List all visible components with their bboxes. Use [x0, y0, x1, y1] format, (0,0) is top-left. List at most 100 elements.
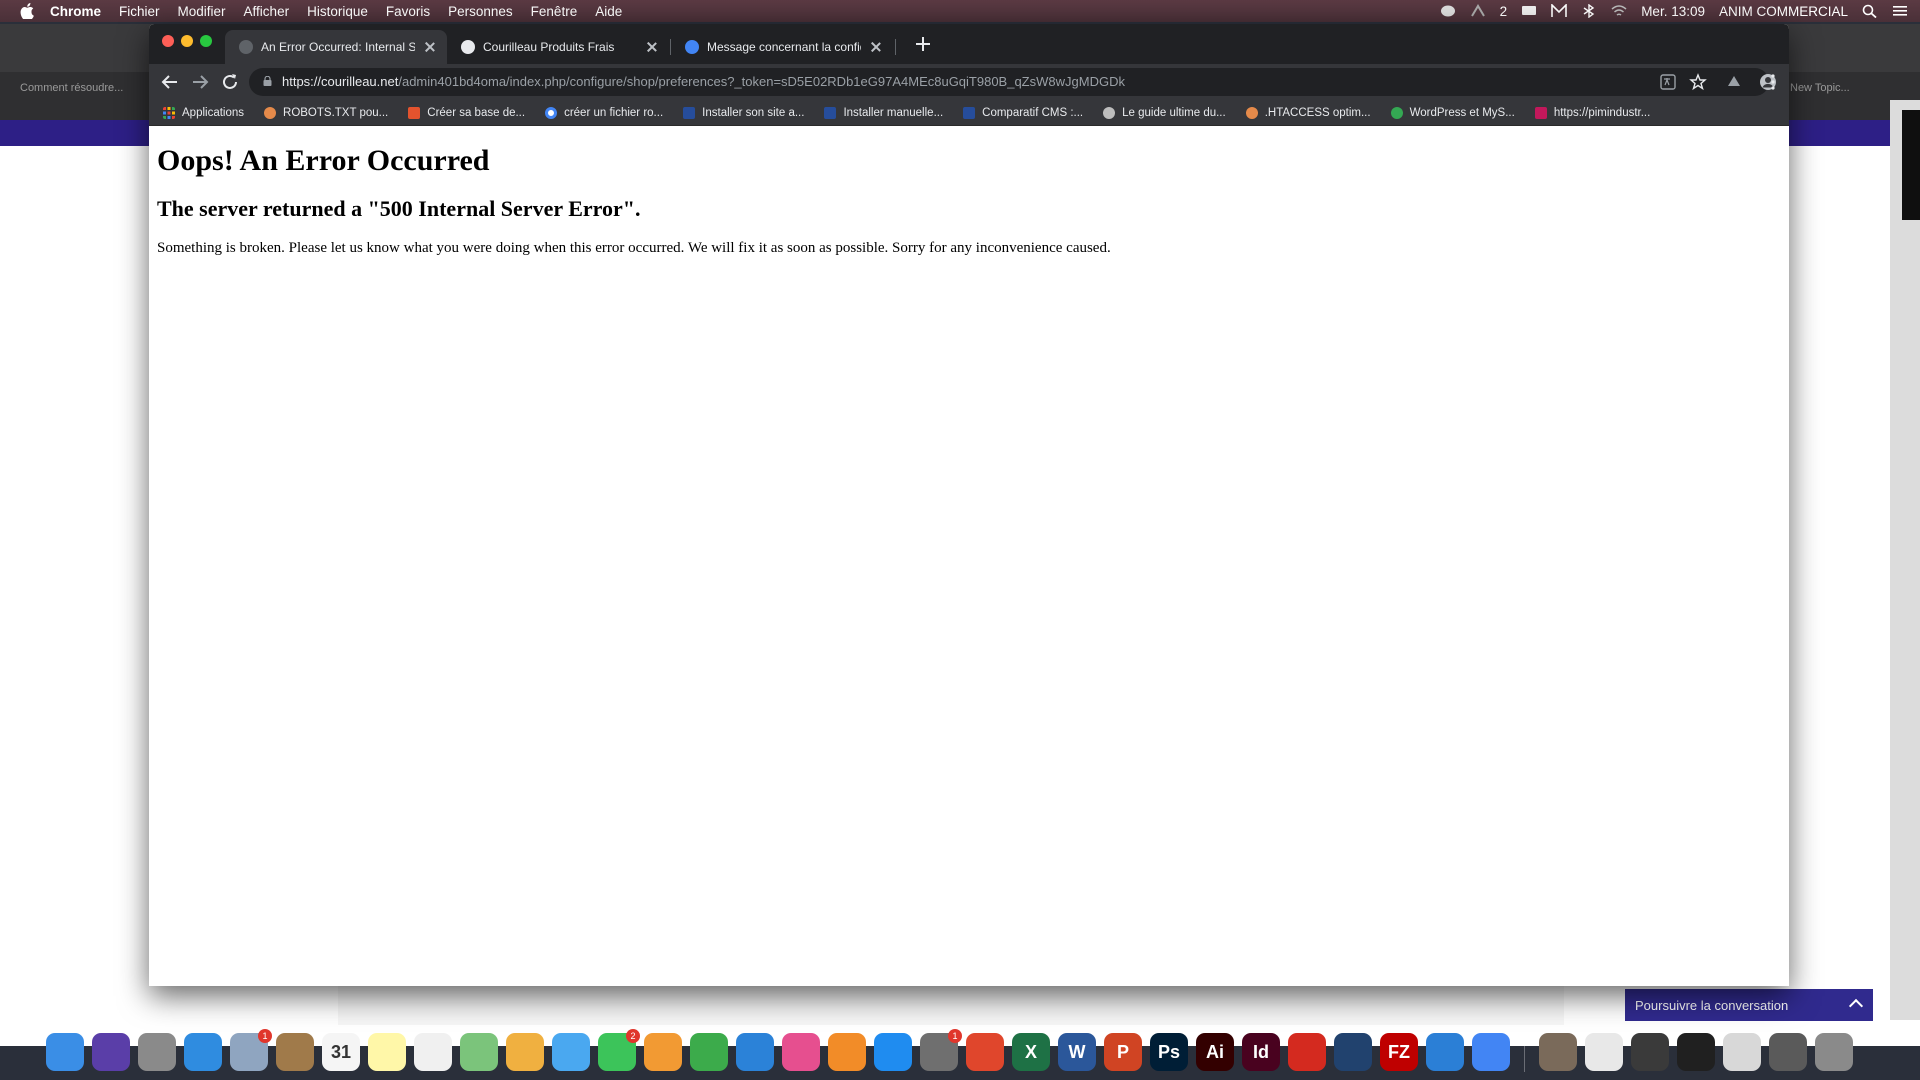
messages-icon[interactable]: [552, 1033, 590, 1071]
photos-icon[interactable]: [506, 1033, 544, 1071]
bookmark-creer-base[interactable]: Créer sa base de...: [408, 106, 525, 119]
window-thumb2-icon[interactable]: [1723, 1033, 1761, 1071]
calendar-icon[interactable]: 31: [322, 1033, 360, 1071]
elephant-icon[interactable]: [1440, 4, 1456, 18]
cloud-icon[interactable]: [1426, 1033, 1464, 1071]
url-text[interactable]: https://courilleau.net/admin401bd4oma/in…: [282, 74, 1125, 89]
illustrator-icon[interactable]: Ai: [1196, 1033, 1234, 1071]
back-arrow-icon[interactable]: [159, 71, 181, 93]
bookmark-installer-manuelle[interactable]: Installer manuelle...: [824, 106, 943, 119]
tab-courilleau[interactable]: Courilleau Produits Frais: [447, 30, 669, 64]
globe-icon: [239, 40, 253, 54]
more-menu-icon[interactable]: [1769, 73, 1777, 91]
fullscreen-window-button[interactable]: [200, 35, 212, 47]
app-store-icon[interactable]: [874, 1033, 912, 1071]
tab-separator: [895, 39, 896, 55]
photoshop-icon[interactable]: Ps: [1150, 1033, 1188, 1071]
screenshot-icon[interactable]: [1631, 1033, 1669, 1071]
siri-icon[interactable]: [92, 1033, 130, 1071]
bookmark-guide-ultime[interactable]: Le guide ultime du...: [1103, 106, 1226, 119]
notification-center-icon[interactable]: [1892, 4, 1908, 18]
wifi-icon[interactable]: [1611, 4, 1627, 18]
bookmark-htaccess[interactable]: .HTACCESS optim...: [1245, 106, 1371, 119]
bookmark-pimindustrie[interactable]: https://pimindustr...: [1534, 106, 1650, 119]
chat-widget-button[interactable]: Poursuivre la conversation: [1625, 989, 1873, 1021]
excel-icon[interactable]: X: [1012, 1033, 1050, 1071]
address-bar[interactable]: https://courilleau.net/admin401bd4oma/in…: [249, 68, 1769, 96]
downloads-icon[interactable]: [1769, 1033, 1807, 1071]
chrome-icon[interactable]: [1472, 1033, 1510, 1071]
trash-icon[interactable]: [1815, 1033, 1853, 1071]
keynote-icon[interactable]: [736, 1033, 774, 1071]
tab-error[interactable]: An Error Occurred: Internal Server Error: [225, 30, 447, 64]
reminders-icon[interactable]: [414, 1033, 452, 1071]
minimize-window-button[interactable]: [181, 35, 193, 47]
word-icon[interactable]: W: [1058, 1033, 1096, 1071]
menu-personnes[interactable]: Personnes: [448, 4, 513, 19]
bookmark-comparatif-cms[interactable]: Comparatif CMS :...: [963, 106, 1083, 119]
menu-historique[interactable]: Historique: [307, 4, 368, 19]
preview-icon[interactable]: [1539, 1033, 1577, 1071]
translate-icon[interactable]: [1659, 73, 1677, 91]
mail-status-icon[interactable]: [1551, 4, 1567, 18]
finder-icon[interactable]: [46, 1033, 84, 1071]
launchpad-icon[interactable]: [138, 1033, 176, 1071]
spotlight-search-icon[interactable]: [1862, 4, 1878, 18]
mail-icon[interactable]: 1: [230, 1029, 272, 1071]
menubar-clock[interactable]: Mer. 13:09: [1641, 4, 1705, 19]
menu-fenetre[interactable]: Fenêtre: [531, 4, 578, 19]
itunes-icon[interactable]: [782, 1033, 820, 1071]
adobe-cc-icon[interactable]: [1470, 4, 1486, 18]
dock-icon-label: 31: [330, 1041, 352, 1062]
bookmark-applications[interactable]: Applications: [163, 106, 244, 119]
bookmark-creer-fichier[interactable]: créer un fichier ro...: [545, 106, 663, 119]
menu-aide[interactable]: Aide: [595, 4, 622, 19]
menu-favoris[interactable]: Favoris: [386, 4, 430, 19]
bookmark-robots-txt[interactable]: ROBOTS.TXT pou...: [264, 106, 389, 119]
menubar-user[interactable]: ANIM COMMERCIAL: [1719, 4, 1848, 19]
extension-drive-icon[interactable]: [1725, 73, 1743, 91]
acrobat-icon[interactable]: [1288, 1033, 1326, 1071]
window-thumb-icon[interactable]: [1677, 1033, 1715, 1071]
background-tab-text: Comment résoudre...: [20, 82, 124, 94]
menu-afficher[interactable]: Afficher: [244, 4, 290, 19]
remote-desktop-icon[interactable]: [966, 1033, 1004, 1071]
forward-arrow-icon[interactable]: [189, 71, 211, 93]
bluetooth-icon[interactable]: [1581, 4, 1597, 18]
bookmark-star-icon[interactable]: [1689, 73, 1707, 91]
contacts-icon[interactable]: [276, 1033, 314, 1071]
close-icon[interactable]: [869, 40, 883, 54]
facetime-icon[interactable]: 2: [598, 1029, 640, 1071]
reload-icon[interactable]: [219, 71, 241, 93]
page-content: Oops! An Error Occurred The server retur…: [149, 126, 1789, 986]
notes-icon[interactable]: [368, 1033, 406, 1071]
bookmark-favicon-icon: [824, 106, 837, 119]
bookmark-wordpress-mysql[interactable]: WordPress et MyS...: [1390, 106, 1515, 119]
books-icon[interactable]: [828, 1033, 866, 1071]
close-icon[interactable]: [423, 40, 437, 54]
menu-fichier[interactable]: Fichier: [119, 4, 160, 19]
dock-icon-label: Ps: [1157, 1041, 1181, 1062]
indesign-icon[interactable]: Id: [1242, 1033, 1280, 1071]
numbers-icon[interactable]: [690, 1033, 728, 1071]
close-window-button[interactable]: [162, 35, 174, 47]
close-icon[interactable]: [645, 40, 659, 54]
safari-icon[interactable]: [184, 1033, 222, 1071]
menu-app-name[interactable]: Chrome: [50, 4, 101, 19]
system-preferences-icon[interactable]: 1: [920, 1029, 962, 1071]
menu-modifier[interactable]: Modifier: [178, 4, 226, 19]
browser-icon[interactable]: [1334, 1033, 1372, 1071]
tab-google-privacy[interactable]: Message concernant la confidentialité: [671, 30, 893, 64]
bookmark-favicon-icon: [1390, 106, 1403, 119]
apple-icon[interactable]: [20, 3, 34, 19]
maps-icon[interactable]: [460, 1033, 498, 1071]
bookmark-installer-site[interactable]: Installer son site a...: [683, 106, 804, 119]
document-icon[interactable]: [1585, 1033, 1623, 1071]
notification-icon[interactable]: [1521, 4, 1537, 18]
pages-icon[interactable]: [644, 1033, 682, 1071]
lock-icon[interactable]: [263, 76, 272, 86]
powerpoint-icon[interactable]: P: [1104, 1033, 1142, 1071]
new-tab-plus-icon[interactable]: [914, 35, 932, 53]
bookmark-label: ROBOTS.TXT pou...: [283, 106, 389, 119]
filezilla-icon[interactable]: FZ: [1380, 1033, 1418, 1071]
